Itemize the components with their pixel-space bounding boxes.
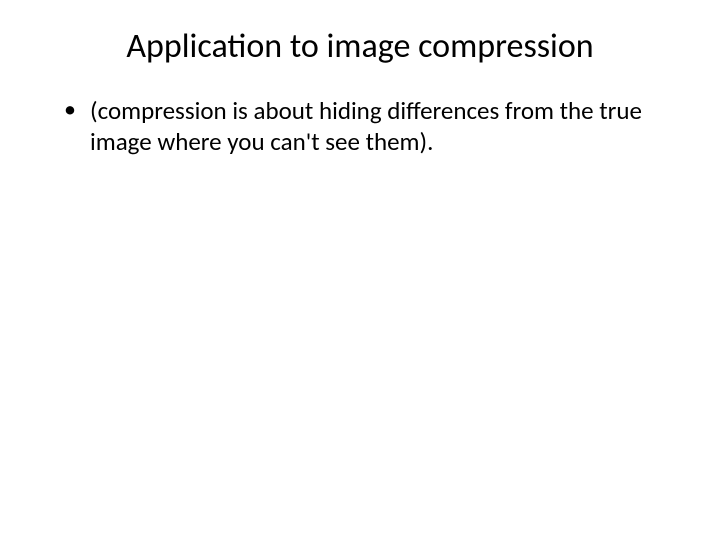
slide-title: Application to image compression — [50, 26, 670, 67]
bullet-item: (compression is about hiding differences… — [64, 95, 670, 158]
slide-container: Application to image compression (compre… — [0, 0, 720, 540]
bullet-list: (compression is about hiding differences… — [50, 95, 670, 158]
